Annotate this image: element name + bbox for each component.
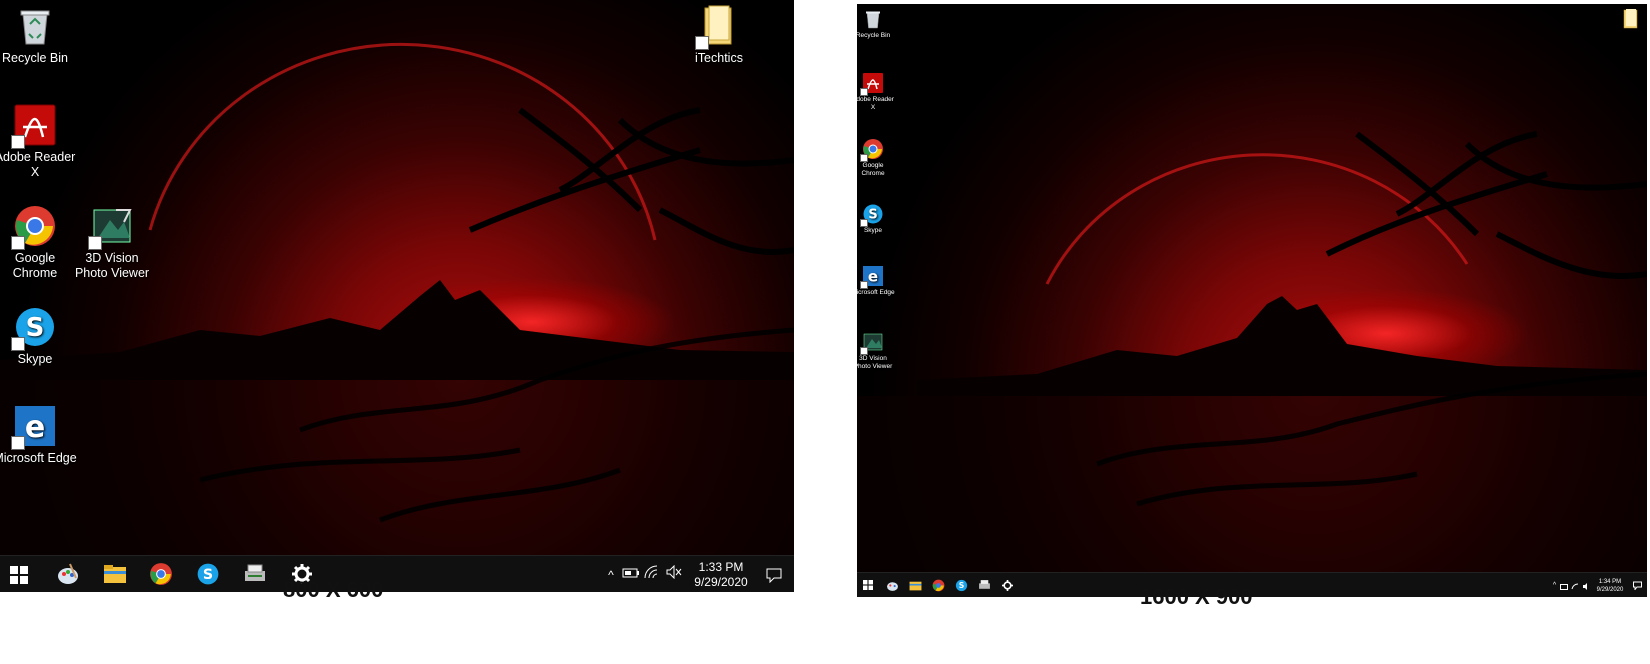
taskbar-clock[interactable]: 1:34 PM 9/29/2020 xyxy=(1593,578,1627,594)
windows-start-icon[interactable] xyxy=(5,561,33,589)
skype-label: Skype xyxy=(17,352,53,366)
shortcut-arrow-icon xyxy=(11,135,25,149)
volume-muted-icon[interactable] xyxy=(1582,577,1593,595)
svg-text:S: S xyxy=(958,581,964,590)
microsoft-edge-label: Microsoft Edge xyxy=(0,451,77,465)
chrome-taskbar-icon[interactable] xyxy=(147,560,175,588)
wallpaper-landscape xyxy=(857,131,1647,572)
adobe-reader-label: Adobe Reader X xyxy=(857,96,894,111)
skype-icon: S xyxy=(860,203,884,227)
desktop-icon-microsoft-edge[interactable]: e Microsoft Edge xyxy=(857,265,895,297)
desktop-icon-google-chrome[interactable]: Google Chrome xyxy=(857,138,895,178)
caption-1600x900: 1600 X 900 xyxy=(1140,584,1253,609)
recycle-bin-label: Recycle Bin xyxy=(2,51,68,65)
file-explorer-icon[interactable] xyxy=(101,560,129,588)
adobe-reader-icon xyxy=(11,103,57,149)
chrome-icon xyxy=(11,204,57,250)
shortcut-arrow-icon xyxy=(11,337,25,351)
skype-label: Skype xyxy=(863,227,883,234)
adobe-reader-label: Adobe Reader X xyxy=(0,150,76,179)
screenshot-1600x900: Recycle Bin Adobe Reader X Google Chrome… xyxy=(857,4,1647,597)
folder-icon xyxy=(1620,8,1642,30)
caption-800x600: 800 X 600 xyxy=(283,577,384,602)
vision-viewer-icon xyxy=(88,204,134,250)
shortcut-arrow-icon xyxy=(860,281,868,289)
shortcut-arrow-icon xyxy=(860,219,868,227)
3d-vision-label: 3D Vision Photo Viewer xyxy=(74,251,150,280)
desktop-wallpaper: Recycle Bin iTechtics Adobe Reader X Goo… xyxy=(0,0,794,555)
desktop-icon-itechtics[interactable]: iTechtics xyxy=(676,4,762,66)
edge-icon: e xyxy=(860,265,884,289)
system-tray: ^ 1:33 PM 9/29/2020 xyxy=(600,556,794,592)
settings-icon[interactable] xyxy=(998,576,1016,594)
shortcut-arrow-icon xyxy=(860,154,868,162)
chevron-up-icon[interactable]: ^ xyxy=(1549,582,1560,589)
desktop-icon-adobe-reader[interactable]: Adobe Reader X xyxy=(857,72,895,112)
svg-text:S: S xyxy=(203,567,213,583)
clock-time: 1:33 PM xyxy=(698,559,744,574)
desktop-icon-3d-vision[interactable]: 3D Vision Photo Viewer xyxy=(69,204,155,281)
scanner-app-icon[interactable] xyxy=(241,560,269,588)
chrome-taskbar-icon[interactable] xyxy=(929,576,947,594)
desktop-icon-recycle-bin[interactable]: Recycle Bin xyxy=(857,8,895,40)
edge-icon: e xyxy=(11,404,57,450)
vision-viewer-icon xyxy=(860,331,884,355)
chrome-icon xyxy=(860,138,884,162)
desktop-icon-adobe-reader[interactable]: Adobe Reader X xyxy=(0,103,78,180)
3d-vision-label: 3D Vision Photo Viewer xyxy=(857,355,893,370)
notification-icon[interactable] xyxy=(1627,581,1647,590)
shortcut-arrow-icon xyxy=(695,36,709,50)
paint-app-icon[interactable] xyxy=(54,560,82,588)
google-chrome-label: Google Chrome xyxy=(861,162,885,177)
wifi-icon[interactable] xyxy=(644,565,666,584)
svg-text:e: e xyxy=(25,410,45,445)
clock-date: 9/29/2020 xyxy=(1596,586,1624,593)
desktop-icon-itechtics[interactable] xyxy=(1619,8,1643,32)
adobe-reader-icon xyxy=(860,72,884,96)
volume-muted-icon[interactable] xyxy=(666,564,688,584)
windows-start-icon[interactable] xyxy=(859,576,877,594)
shortcut-arrow-icon xyxy=(860,347,868,355)
desktop-icon-skype[interactable]: S Skype xyxy=(857,203,895,235)
scanner-app-icon[interactable] xyxy=(975,576,993,594)
shortcut-arrow-icon xyxy=(11,436,25,450)
svg-text:S: S xyxy=(26,313,45,343)
desktop-icon-google-chrome[interactable]: Google Chrome xyxy=(0,204,78,281)
recycle-bin-label: Recycle Bin xyxy=(857,32,891,39)
svg-text:e: e xyxy=(868,268,878,286)
desktop-icon-microsoft-edge[interactable]: e Microsoft Edge xyxy=(0,404,78,466)
desktop-icon-recycle-bin[interactable]: Recycle Bin xyxy=(0,4,78,66)
microsoft-edge-label: Microsoft Edge xyxy=(857,289,895,296)
skype-taskbar-icon[interactable]: S xyxy=(952,576,970,594)
battery-icon[interactable] xyxy=(622,566,644,584)
google-chrome-label: Google Chrome xyxy=(12,251,58,280)
paint-app-icon[interactable] xyxy=(883,576,901,594)
desktop-icon-skype[interactable]: S Skype xyxy=(0,305,78,367)
battery-icon[interactable] xyxy=(1560,577,1571,595)
notification-icon[interactable] xyxy=(754,567,794,583)
screenshot-800x600: Recycle Bin iTechtics Adobe Reader X Goo… xyxy=(0,0,794,592)
skype-icon: S xyxy=(11,305,57,351)
recycle-bin-icon xyxy=(13,4,57,48)
wifi-icon[interactable] xyxy=(1571,577,1582,595)
system-tray: ^ 1:34 PM 9/29/2020 xyxy=(1549,573,1647,597)
clock-date: 9/29/2020 xyxy=(694,574,748,589)
recycle-bin-icon xyxy=(862,8,884,30)
svg-text:S: S xyxy=(868,208,877,223)
desktop-icon-3d-vision[interactable]: 3D Vision Photo Viewer xyxy=(857,331,895,371)
shortcut-arrow-icon xyxy=(11,236,25,250)
skype-taskbar-icon[interactable]: S xyxy=(194,560,222,588)
taskbar: S ^ 1:33 PM 9/29/2020 xyxy=(0,555,794,592)
clock-time: 1:34 PM xyxy=(1598,578,1622,585)
shortcut-arrow-icon xyxy=(860,88,868,96)
taskbar-clock[interactable]: 1:33 PM 9/29/2020 xyxy=(688,560,754,590)
itechtics-label: iTechtics xyxy=(695,51,743,65)
chevron-up-icon[interactable]: ^ xyxy=(600,568,622,582)
folder-icon xyxy=(695,4,741,50)
shortcut-arrow-icon xyxy=(88,236,102,250)
file-explorer-icon[interactable] xyxy=(906,576,924,594)
desktop-wallpaper: Recycle Bin Adobe Reader X Google Chrome… xyxy=(857,4,1647,572)
